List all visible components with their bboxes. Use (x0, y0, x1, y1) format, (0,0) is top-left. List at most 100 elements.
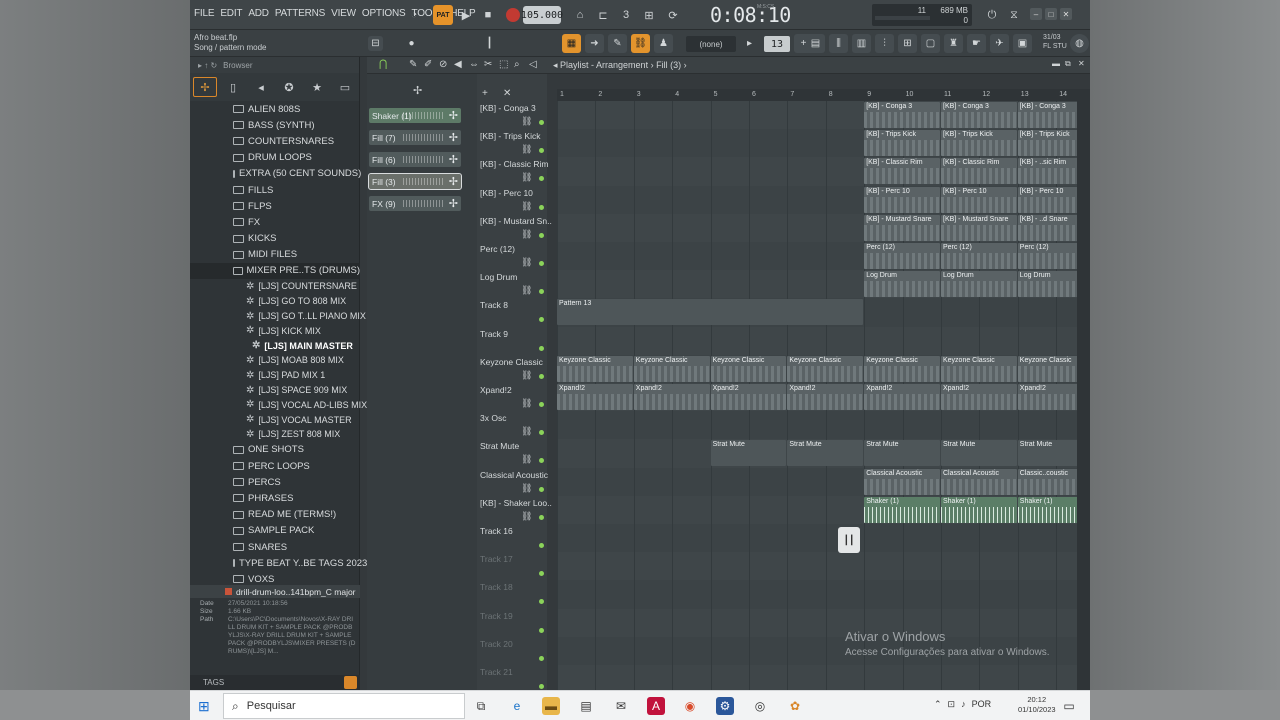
pattern-icon[interactable]: ⊟ (368, 36, 383, 51)
plus-icon[interactable]: ✢ (449, 109, 458, 122)
delete-tool-icon[interactable]: ⊘ (439, 59, 447, 70)
track-name[interactable]: Track 9 (480, 329, 508, 339)
preset-item[interactable]: ✲ [LJS] SPACE 909 MIX (190, 383, 360, 398)
browser-toggle-icon[interactable]: ⊞ (898, 34, 917, 53)
track-name[interactable]: Track 16 (480, 526, 513, 536)
pattern-picker-item[interactable]: FX (9) ✢ (369, 196, 461, 211)
playlist-clip[interactable]: [KB] - Trips Kick (864, 130, 940, 157)
track-name[interactable]: [KB] - Trips Kick (480, 131, 540, 141)
track-mute-led[interactable] (539, 599, 544, 605)
browser-folder[interactable]: MIDI FILES (190, 247, 360, 263)
playlist-clip[interactable]: Keyzone Classic (557, 355, 633, 382)
volume-icon[interactable]: ♪ (961, 699, 966, 710)
mixer-view-icon[interactable]: ⫼ (829, 34, 848, 53)
channel-rack-icon[interactable]: ▤ (806, 34, 825, 53)
minimize-icon[interactable]: – (1030, 8, 1042, 20)
track-mute-led[interactable] (539, 148, 544, 154)
playlist-clip[interactable]: [KB] - Trips Kick (1017, 130, 1077, 157)
globe-icon[interactable]: ◍ (1070, 34, 1089, 53)
playlist-clip[interactable]: Keyzone Classic (633, 355, 710, 382)
playlist-clip[interactable]: Xpand!2 (557, 384, 633, 410)
stop-icon[interactable]: ■ (478, 5, 498, 25)
playlist-clip[interactable]: Keyzone Classic (941, 355, 1017, 382)
fl-studio-icon[interactable]: ✿ (786, 697, 804, 715)
playlist-clip[interactable]: Strat Mute (1017, 440, 1077, 467)
plugin-filter-icon[interactable]: ✪ (277, 77, 301, 97)
browser-folder[interactable]: EXTRA (50 CENT SOUNDS) (190, 166, 361, 182)
help-icon[interactable]: ☛ (967, 34, 986, 53)
playlist-maximize-icon[interactable]: ⧉ (1065, 59, 1071, 69)
playlist-clip[interactable]: Xpand!2 (633, 384, 710, 410)
track-mute-led[interactable] (539, 486, 544, 492)
pitch-slider-icon[interactable]: ┃ (480, 34, 499, 53)
track-name[interactable]: Keyzone Classic (480, 357, 543, 367)
mail-icon[interactable]: ✉ (612, 697, 630, 715)
windows-start-icon[interactable]: ⊞ (198, 698, 210, 715)
language-indicator[interactable]: POR (972, 699, 992, 710)
track-link-icon[interactable]: ⛓ (521, 229, 532, 240)
browser-folder[interactable]: FX (190, 214, 360, 230)
file-explorer-icon[interactable]: ▬ (542, 697, 560, 715)
browser-folder[interactable]: SAMPLE PACK (190, 523, 360, 539)
track-mute-led[interactable] (539, 543, 544, 548)
playlist-clip[interactable]: Xpand!2 (787, 384, 864, 410)
close-icon[interactable]: ✕ (1060, 8, 1072, 20)
menu-options[interactable]: OPTIONS (362, 8, 406, 19)
playlist-clip[interactable]: Log Drum (864, 271, 940, 298)
tempo-display[interactable]: 105.000 (521, 6, 563, 24)
app-red-icon[interactable]: A (647, 697, 665, 715)
track-lane[interactable] (557, 326, 1077, 355)
store-icon[interactable]: ▤ (577, 697, 595, 715)
plus-icon[interactable]: ✢ (449, 153, 458, 166)
playlist-clip[interactable]: [KB] - Perc 10 (941, 186, 1017, 213)
menu-add[interactable]: ADD (248, 8, 269, 19)
preset-item[interactable]: ✲ [LJS] VOCAL AD-LIBS MIX (190, 397, 367, 412)
playlist-clip[interactable]: Pattern 13 (557, 299, 864, 326)
pattern-picker-item[interactable]: Shaker (1) ✢ (369, 108, 461, 123)
track-link-icon[interactable]: ⛓ (521, 201, 532, 212)
track-mute-led[interactable] (539, 345, 544, 351)
playlist-clip[interactable]: Keyzone Classic (787, 355, 864, 382)
playlist-clip[interactable]: Xpand!2 (864, 384, 940, 410)
track-name[interactable]: Perc (12) (480, 244, 515, 254)
track-name[interactable]: Track 20 (480, 639, 513, 649)
playback-tool-icon[interactable]: ◁ (529, 59, 537, 70)
track-mute-led[interactable] (539, 120, 544, 125)
plus-icon[interactable]: ✢ (449, 175, 458, 188)
mute-tool-icon[interactable]: ◀ (454, 59, 462, 70)
draw-tool-icon[interactable]: ✎ (409, 59, 417, 70)
playlist-clip[interactable]: Shaker (1) (864, 496, 940, 523)
track-link-icon[interactable]: ⛓ (521, 285, 532, 296)
browser-folder[interactable]: FILLS (190, 182, 360, 198)
master-pitch-knob[interactable]: ● (402, 34, 421, 53)
project-filter-icon[interactable]: ▯ (221, 77, 245, 97)
slice-tool-icon[interactable]: ✂ (484, 59, 492, 70)
track-lane[interactable] (557, 552, 1077, 581)
track-add-icon[interactable]: + (482, 88, 488, 99)
track-lane[interactable] (557, 608, 1077, 637)
edge-icon[interactable]: e (508, 697, 526, 715)
play-icon[interactable]: ▶ (456, 5, 476, 25)
playlist-clip[interactable]: Keyzone Classic (1017, 355, 1077, 382)
zoom-tool-icon[interactable]: ⌕ (514, 59, 520, 70)
browser-folder[interactable]: PHRASES (190, 490, 360, 506)
countdown-icon[interactable]: 3 (616, 5, 636, 25)
playlist-clip[interactable]: [KB] - Mustard Snare (941, 214, 1017, 241)
snapshot-icon[interactable] (181, 35, 201, 55)
metronome-icon[interactable]: ⌂ (570, 5, 590, 25)
track-mute-led[interactable] (539, 176, 544, 182)
track-mute-led[interactable] (539, 571, 544, 577)
mixer-icon[interactable]: ⧖ (1004, 5, 1024, 25)
track-name[interactable]: [KB] - Classic Rim (480, 159, 548, 169)
power-icon[interactable]: ⏻ (982, 5, 1002, 25)
preset-item[interactable]: ✲ [LJS] PAD MIX 1 (190, 368, 360, 383)
track-lane[interactable] (557, 411, 1077, 439)
browser-folder[interactable]: SNARES (190, 539, 360, 555)
browser-folder[interactable]: FLPS (190, 198, 360, 214)
preset-item[interactable]: ✲ [LJS] MAIN MASTER (190, 338, 360, 353)
tray-up-icon[interactable]: ⌃ (934, 699, 942, 710)
loop-record-icon[interactable]: ⟳ (663, 5, 683, 25)
track-name[interactable]: [KB] - Conga 3 (480, 103, 536, 113)
playlist-clip[interactable]: Perc (12) (864, 243, 940, 269)
track-lane[interactable] (557, 580, 1077, 608)
